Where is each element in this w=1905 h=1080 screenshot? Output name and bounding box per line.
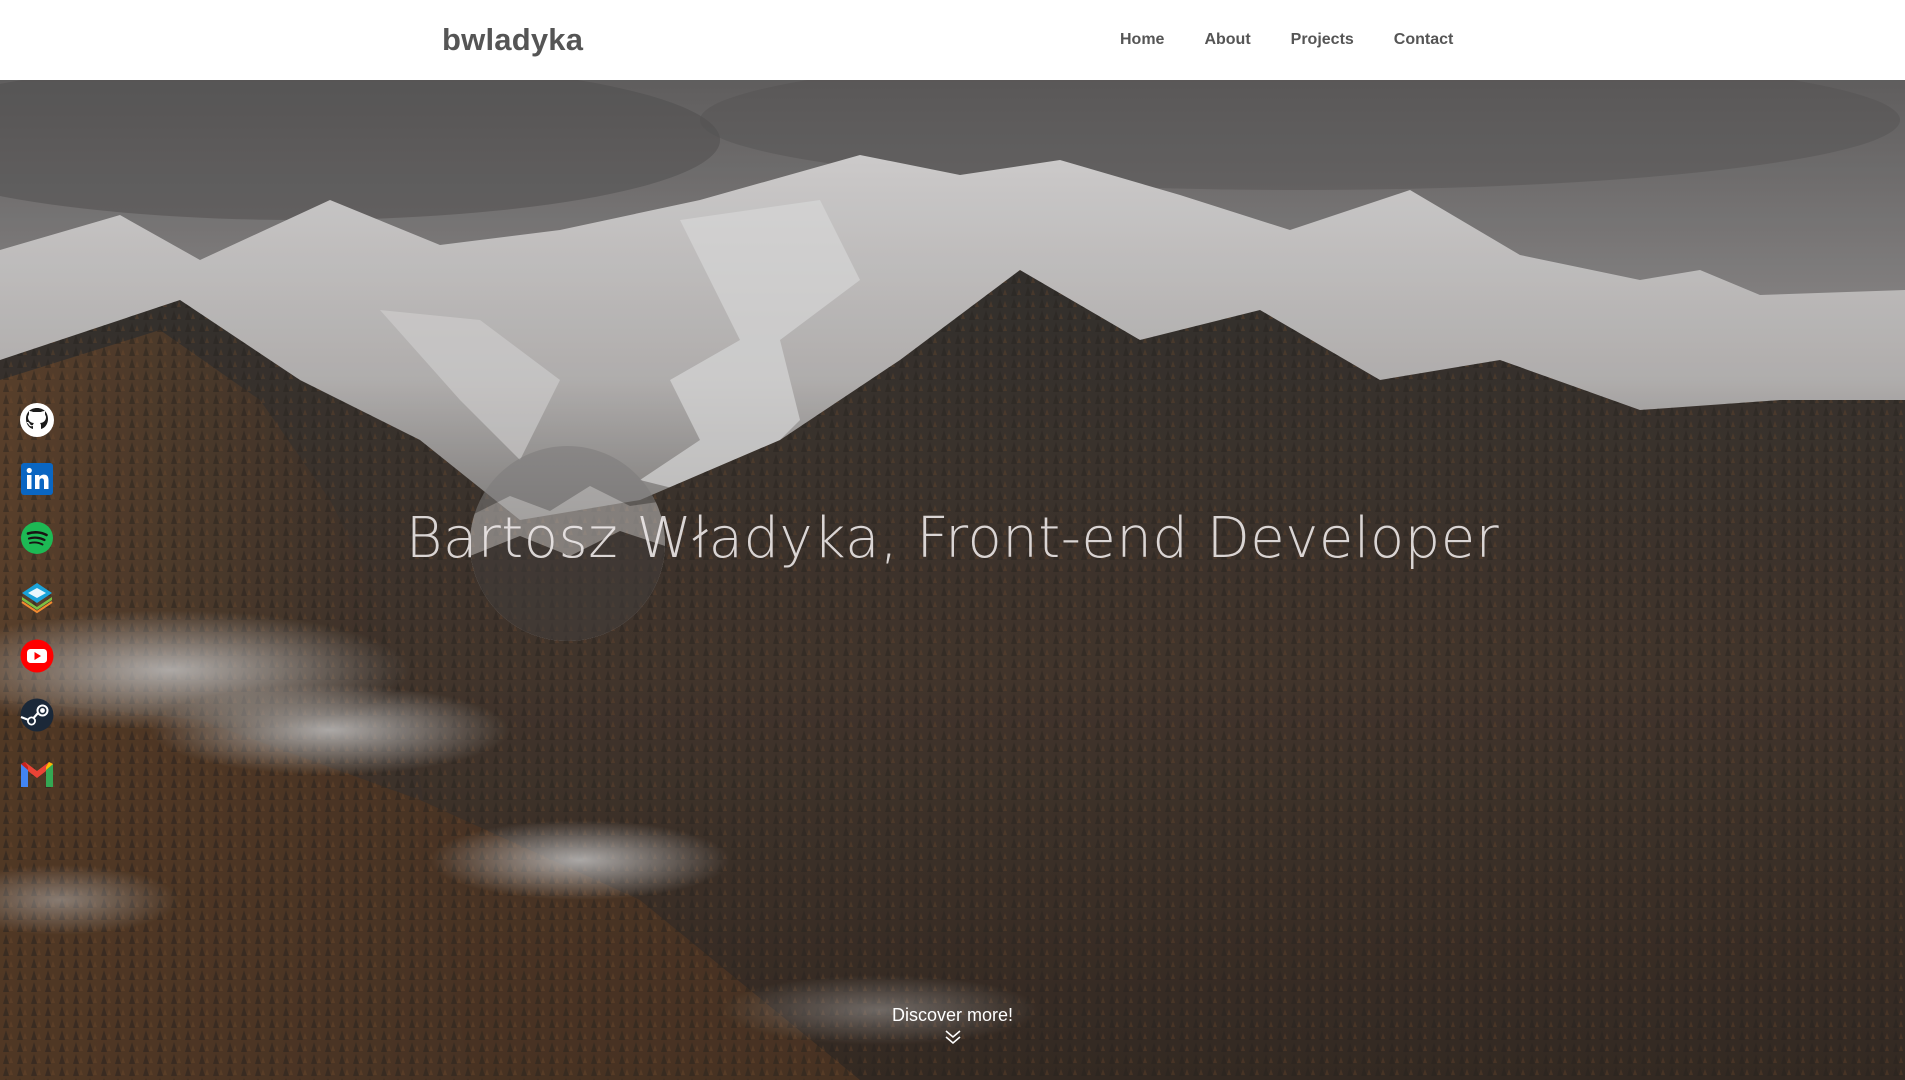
- discover-more-link[interactable]: Discover more!: [0, 1005, 1905, 1045]
- steam-link[interactable]: [18, 697, 56, 733]
- mountain-background-image: [0, 80, 1905, 1080]
- nav-menu: Home About Projects Contact: [1120, 0, 1453, 80]
- navbar: bwladyka Home About Projects Contact: [0, 0, 1905, 80]
- stack-icon: [21, 583, 53, 614]
- hero-section: Bartosz Władyka, Front-end Developer Dis…: [0, 80, 1905, 1080]
- stack-link[interactable]: [18, 579, 56, 615]
- discover-more-label: Discover more!: [891, 1005, 1014, 1025]
- youtube-icon: [20, 639, 54, 673]
- linkedin-icon: [21, 463, 53, 495]
- github-icon: [20, 403, 54, 437]
- hero-headline: Bartosz Władyka, Front-end Developer: [0, 506, 1905, 571]
- gmail-link[interactable]: [18, 756, 56, 792]
- linkedin-link[interactable]: [18, 461, 56, 497]
- github-link[interactable]: [18, 402, 56, 438]
- youtube-link[interactable]: [18, 638, 56, 674]
- nav-link-projects[interactable]: Projects: [1291, 31, 1354, 49]
- social-links: [18, 402, 56, 792]
- double-chevron-down-icon: [944, 1030, 961, 1045]
- headline-text: Bartosz Władyka, Front-end Developer: [405, 506, 1500, 571]
- gmail-icon: [21, 762, 53, 787]
- nav-link-contact[interactable]: Contact: [1394, 31, 1454, 49]
- spotify-link[interactable]: [18, 520, 56, 556]
- nav-link-home[interactable]: Home: [1120, 31, 1164, 49]
- spotify-icon: [21, 522, 53, 554]
- steam-icon: [20, 698, 54, 732]
- brand-logo-link[interactable]: bwladyka: [442, 20, 583, 60]
- nav-link-about[interactable]: About: [1204, 31, 1250, 49]
